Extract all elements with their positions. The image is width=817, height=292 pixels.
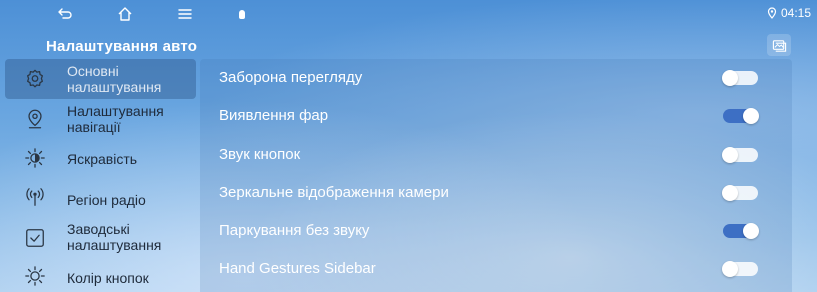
toggle-knob bbox=[722, 185, 738, 201]
setting-row-headlight-detection[interactable]: Виявлення фар bbox=[200, 97, 792, 135]
sun-icon bbox=[23, 264, 47, 288]
setting-label: Виявлення фар bbox=[219, 107, 329, 124]
view-restriction-toggle[interactable] bbox=[722, 70, 758, 86]
toggle-knob bbox=[743, 108, 759, 124]
brightness-icon bbox=[23, 146, 47, 170]
camera-mirror-toggle[interactable] bbox=[722, 185, 758, 201]
sidebar-item-brightness[interactable]: Яскравість bbox=[5, 139, 196, 177]
sidebar-item-label: Яскравість bbox=[67, 151, 138, 167]
toggle-knob bbox=[722, 70, 738, 86]
sidebar-item-label: Налаштування навігації bbox=[67, 103, 164, 135]
home-icon[interactable] bbox=[117, 6, 133, 22]
page-title: Налаштування авто bbox=[46, 38, 198, 55]
wallpaper-button[interactable] bbox=[767, 34, 791, 56]
status-right: 04:15 bbox=[767, 6, 811, 20]
setting-label: Паркування без звуку bbox=[219, 222, 370, 239]
setting-row-view-restriction[interactable]: Заборона перегляду bbox=[200, 59, 792, 97]
sidebar-item-radio-region[interactable]: Регіон радіо bbox=[5, 177, 196, 217]
sidebar-item-label: Заводські налаштування bbox=[67, 221, 162, 253]
status-time: 04:15 bbox=[780, 6, 811, 20]
radio-signal-icon bbox=[23, 185, 47, 209]
hand-gestures-toggle[interactable] bbox=[722, 261, 758, 277]
sidebar-item-label: Регіон радіо bbox=[67, 192, 146, 208]
sidebar-item-general[interactable]: Основні налаштування bbox=[5, 59, 196, 99]
back-icon[interactable] bbox=[57, 6, 73, 22]
setting-label: Звук кнопок bbox=[219, 146, 301, 163]
sidebar-item-label: Колір кнопок bbox=[67, 270, 149, 286]
menu-icon[interactable] bbox=[177, 6, 193, 22]
setting-row-button-sound[interactable]: Звук кнопок bbox=[200, 136, 792, 174]
setting-label: Заборона перегляду bbox=[219, 69, 363, 86]
setting-label: Зеркальне відображення камери bbox=[219, 184, 449, 201]
checkbox-icon bbox=[23, 226, 47, 250]
settings-panel: Заборона перегляду Виявлення фар Звук кн… bbox=[200, 59, 792, 292]
sidebar-item-button-color[interactable]: Колір кнопок bbox=[5, 257, 196, 292]
setting-row-camera-mirror[interactable]: Зеркальне відображення камери bbox=[200, 174, 792, 212]
setting-row-hand-gestures[interactable]: Hand Gestures Sidebar bbox=[200, 250, 792, 288]
image-icon bbox=[772, 39, 786, 52]
toggle-knob bbox=[722, 261, 738, 277]
sidebar: Основні налаштування Налаштування навіга… bbox=[5, 59, 196, 292]
silent-parking-toggle[interactable] bbox=[723, 223, 759, 239]
sidebar-item-factory-settings[interactable]: Заводські налаштування bbox=[5, 217, 196, 257]
notification-dot-icon bbox=[239, 10, 245, 19]
button-sound-toggle[interactable] bbox=[722, 147, 758, 163]
toggle-knob bbox=[743, 223, 759, 239]
setting-label: Hand Gestures Sidebar bbox=[219, 260, 376, 277]
toggle-knob bbox=[722, 147, 738, 163]
sidebar-item-label: Основні налаштування bbox=[67, 63, 162, 95]
sidebar-item-navigation[interactable]: Налаштування навігації bbox=[5, 99, 196, 139]
gear-icon bbox=[23, 67, 47, 91]
location-pin-icon bbox=[23, 107, 47, 131]
setting-row-silent-parking[interactable]: Паркування без звуку bbox=[200, 212, 792, 250]
headlight-detection-toggle[interactable] bbox=[723, 108, 759, 124]
location-status-icon bbox=[767, 7, 777, 19]
status-bar: 04:15 bbox=[0, 0, 817, 30]
